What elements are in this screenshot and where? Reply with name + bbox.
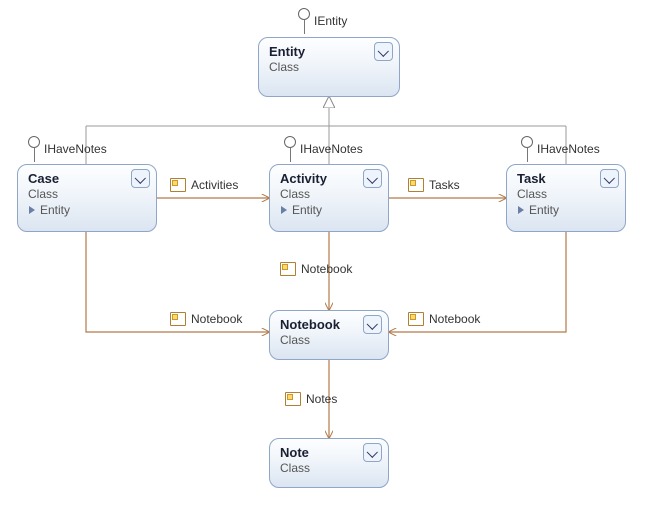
class-name: Entity (269, 44, 389, 59)
interface-label: IHaveNotes (44, 142, 107, 156)
property-icon (408, 312, 424, 326)
class-inherits: Entity (280, 203, 378, 217)
class-notebook[interactable]: Notebook Class (269, 310, 389, 360)
interface-lollipop-ihavenotes: IHaveNotes (28, 136, 107, 162)
assoc-label: Notebook (191, 312, 242, 326)
expand-icon[interactable] (363, 443, 382, 462)
class-diagram-canvas: Entity Class IEntity Case Class Entity I… (0, 0, 663, 511)
class-stereotype: Class (280, 187, 378, 201)
class-entity[interactable]: Entity Class (258, 37, 400, 97)
expand-icon[interactable] (363, 169, 382, 188)
property-icon (408, 178, 424, 192)
class-stereotype: Class (28, 187, 146, 201)
assoc-label: Notebook (429, 312, 480, 326)
class-stereotype: Class (269, 60, 389, 74)
assoc-notebook-activity: Notebook (280, 262, 352, 276)
class-case[interactable]: Case Class Entity (17, 164, 157, 232)
class-inherits: Entity (517, 203, 615, 217)
assoc-tasks: Tasks (408, 178, 460, 192)
assoc-label: Notebook (301, 262, 352, 276)
expand-icon[interactable] (131, 169, 150, 188)
assoc-label: Activities (191, 178, 238, 192)
assoc-notebook-task: Notebook (408, 312, 480, 326)
expand-icon[interactable] (374, 42, 393, 61)
class-stereotype: Class (280, 461, 378, 475)
assoc-notebook-case: Notebook (170, 312, 242, 326)
interface-label: IHaveNotes (537, 142, 600, 156)
class-name: Case (28, 171, 146, 186)
class-stereotype: Class (517, 187, 615, 201)
expand-icon[interactable] (600, 169, 619, 188)
interface-lollipop-ihavenotes: IHaveNotes (284, 136, 363, 162)
interface-lollipop-ientity: IEntity (298, 8, 347, 34)
property-icon (170, 178, 186, 192)
class-stereotype: Class (280, 333, 378, 347)
interface-lollipop-ihavenotes: IHaveNotes (521, 136, 600, 162)
interface-label: IHaveNotes (300, 142, 363, 156)
class-inherits: Entity (28, 203, 146, 217)
class-task[interactable]: Task Class Entity (506, 164, 626, 232)
assoc-activities: Activities (170, 178, 238, 192)
assoc-label: Tasks (429, 178, 460, 192)
class-note[interactable]: Note Class (269, 438, 389, 488)
interface-label: IEntity (314, 14, 347, 28)
class-activity[interactable]: Activity Class Entity (269, 164, 389, 232)
property-icon (170, 312, 186, 326)
assoc-label: Notes (306, 392, 337, 406)
expand-icon[interactable] (363, 315, 382, 334)
property-icon (285, 392, 301, 406)
property-icon (280, 262, 296, 276)
assoc-notes: Notes (285, 392, 337, 406)
